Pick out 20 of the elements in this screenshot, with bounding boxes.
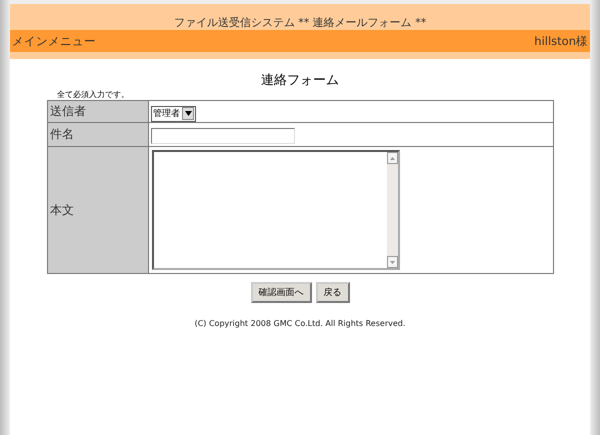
system-title: ファイル送受信システム ** 連絡メールフォーム **: [174, 15, 426, 30]
form-button[interactable]: 確認画面へ: [250, 282, 312, 303]
up-arrow-icon: [390, 156, 395, 160]
dropdown-icon: [182, 107, 194, 120]
field-label: 件名: [48, 122, 148, 146]
scroll-down-button[interactable]: [387, 256, 398, 268]
subject-field[interactable]: [151, 128, 295, 144]
form-title: 連絡フォーム: [260, 72, 340, 89]
body-textarea[interactable]: [152, 150, 400, 270]
down-arrow-icon: [390, 260, 395, 264]
required-note: 全て必須入力です。: [57, 89, 130, 100]
scrollbar[interactable]: [387, 152, 398, 268]
copyright: (C) Copyright 2008 GMC Co.Ltd. All Rights Reserved.: [194, 319, 406, 328]
field-label: 送信者: [48, 100, 148, 122]
sender-select[interactable]: 管理者: [151, 106, 196, 122]
user-name: hillston様: [534, 34, 588, 48]
scroll-up-button[interactable]: [387, 152, 398, 164]
field-label: 本文: [48, 146, 148, 274]
main-menu-link[interactable]: メインメニュー: [12, 34, 96, 48]
form-button[interactable]: 戻る: [316, 282, 350, 303]
